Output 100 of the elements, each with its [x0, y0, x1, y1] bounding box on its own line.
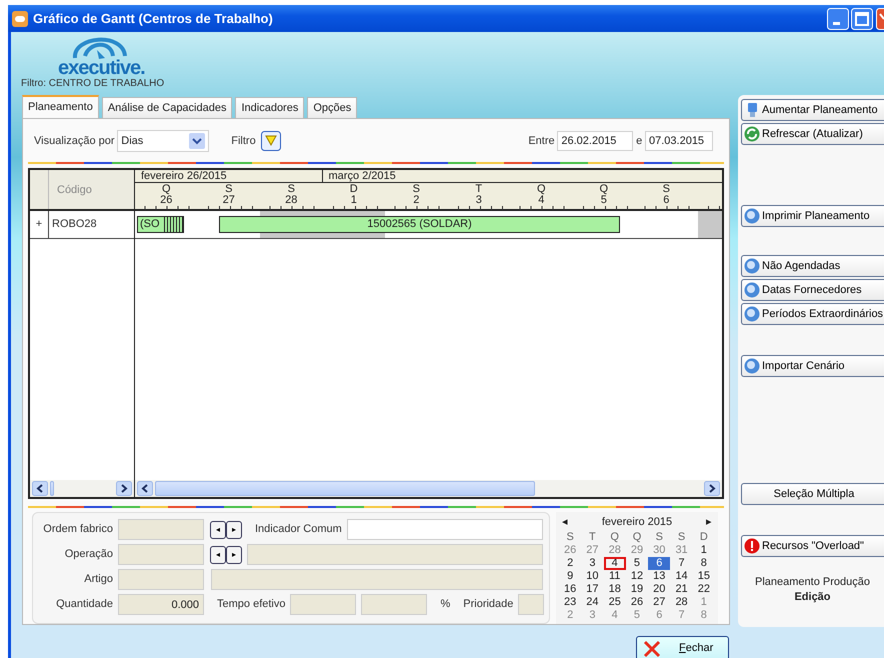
calendar-day[interactable]: 13	[648, 570, 670, 582]
weekday-label: T	[588, 530, 597, 544]
calendar-day[interactable]: 11	[604, 570, 626, 582]
scroll-right-icon[interactable]	[704, 481, 720, 496]
date-from-field[interactable]: 26.02.2015	[557, 131, 634, 151]
calendar-day[interactable]: 17	[581, 582, 604, 596]
scrollbar[interactable]	[135, 480, 722, 497]
weekday-label: Q	[632, 530, 642, 544]
sidebar-button[interactable]: Aumentar Planeamento	[741, 99, 884, 121]
filter-caption: Filtro: CENTRO DE TRABALHO	[21, 77, 164, 91]
caption-text: Planeamento Produção	[754, 575, 871, 590]
calendar-day[interactable]: 25	[604, 596, 626, 608]
globe-icon	[744, 258, 760, 274]
minimize-icon[interactable]	[826, 8, 848, 30]
field-label: %	[440, 597, 450, 612]
weekday-label: D	[698, 530, 709, 544]
sidebar-button[interactable]: Não Agendadas	[741, 255, 884, 277]
day-label: 26	[159, 195, 174, 206]
field-label: Artigo	[83, 572, 113, 588]
sidebar-button[interactable]: Datas Fornecedores	[741, 279, 884, 301]
calendar-day[interactable]: 21	[670, 582, 693, 596]
scroll-left-icon[interactable]	[32, 481, 48, 496]
day-label: 28	[284, 195, 298, 206]
date-to-field[interactable]: 07.03.2015	[645, 131, 713, 151]
previous-button[interactable]: ◂	[210, 520, 226, 538]
calendar-day[interactable]: 2	[559, 556, 582, 570]
tab[interactable]: Análise de Capacidades	[102, 97, 232, 118]
sidebar-button[interactable]: Recursos "Overload"	[741, 535, 884, 557]
calendar-day[interactable]: 24	[581, 596, 604, 608]
weekday-label: S	[662, 184, 671, 195]
weekday-label: S	[654, 530, 664, 544]
filter-label: Filtro	[231, 134, 256, 149]
calendar-day[interactable]: 28	[670, 596, 693, 608]
globe-icon	[744, 282, 760, 298]
field-label: Operação	[64, 547, 113, 562]
day-label: 3	[474, 195, 483, 206]
globe-icon	[744, 358, 760, 374]
field-label: Tempo efetivo	[217, 597, 286, 612]
view-label: Visualização por	[34, 134, 115, 149]
expand-toggle[interactable]: +	[30, 211, 49, 238]
scroll-right-icon[interactable]	[116, 481, 132, 496]
maximize-icon[interactable]	[851, 8, 874, 30]
calendar-day[interactable]: 12	[626, 570, 648, 582]
calendar-day[interactable]: 27	[648, 596, 670, 608]
next-button[interactable]: ▸	[226, 520, 242, 538]
mode-text: Edição	[793, 590, 832, 605]
previous-month-button[interactable]: ◂	[562, 514, 568, 530]
table-cell-text: ROBO28	[51, 217, 97, 232]
calendar-day[interactable]: 1	[692, 544, 715, 556]
calendar-day[interactable]: 10	[581, 570, 604, 582]
close-button[interactable]: Fechar	[636, 636, 729, 658]
month-label: fevereiro 26/2015	[135, 170, 322, 182]
sidebar-button[interactable]: Períodos Extraordinários	[741, 303, 884, 325]
column-header: Código	[56, 183, 92, 198]
app-icon	[12, 10, 28, 26]
sidebar-button[interactable]: Imprimir Planeamento	[741, 205, 884, 227]
calendar-day[interactable]: 7	[670, 556, 693, 570]
calendar-day[interactable]: 3	[581, 556, 604, 570]
globe-icon	[744, 306, 760, 322]
next-month-button[interactable]: ▸	[706, 514, 712, 530]
calendar-day[interactable]: 19	[626, 582, 648, 596]
calendar-day[interactable]: 18	[604, 582, 626, 596]
input-field[interactable]	[346, 519, 543, 540]
sidebar-button[interactable]: Seleção Múltipla	[741, 483, 884, 505]
weekday-label: Q	[160, 184, 172, 195]
and-label: e	[636, 134, 642, 149]
sidebar-button[interactable]: Refrescar (Atualizar)	[741, 123, 884, 145]
close-icon	[643, 640, 661, 658]
tab[interactable]: Opções	[307, 97, 358, 118]
calendar-day[interactable]: 8	[692, 556, 715, 570]
field-label: Prioridade	[463, 597, 514, 612]
calendar-day[interactable]: 9	[559, 570, 582, 582]
close-icon[interactable]	[876, 8, 884, 30]
weekday-label: Q	[598, 184, 610, 195]
task-bar[interactable]: (SO	[137, 216, 184, 233]
weekday-label: Q	[536, 184, 547, 195]
calendar-day[interactable]: 26	[626, 596, 648, 608]
task-bar[interactable]: 15002565 (SOLDAR)	[219, 216, 620, 233]
calendar-day[interactable]: 16	[559, 582, 582, 596]
calendar-day[interactable]: 5	[626, 556, 648, 570]
calendar-day[interactable]: 22	[692, 582, 715, 596]
calendar-day[interactable]: 20	[648, 582, 670, 596]
tab[interactable]: Indicadores	[235, 97, 304, 118]
calendar-day[interactable]: 14	[670, 570, 693, 582]
scrollbar[interactable]	[30, 480, 134, 497]
calendar-day[interactable]: 15	[692, 570, 715, 582]
weekday-label: S	[676, 530, 686, 544]
calendar-day[interactable]: 6	[648, 556, 670, 570]
day-label: 5	[600, 195, 607, 206]
calendar-day[interactable]: 23	[559, 596, 582, 608]
tab[interactable]: Planeamento	[22, 95, 99, 118]
field-label: Quantidade	[55, 597, 113, 612]
scroll-left-icon[interactable]	[137, 481, 153, 496]
next-button[interactable]: ▸	[226, 546, 242, 564]
view-dropdown[interactable]: Dias	[117, 130, 210, 152]
day-label: 1	[350, 195, 358, 206]
sidebar-button[interactable]: Importar Cenário	[741, 355, 884, 377]
filter-icon[interactable]	[260, 131, 281, 151]
previous-button[interactable]: ◂	[210, 546, 226, 564]
globe-icon	[744, 208, 760, 224]
